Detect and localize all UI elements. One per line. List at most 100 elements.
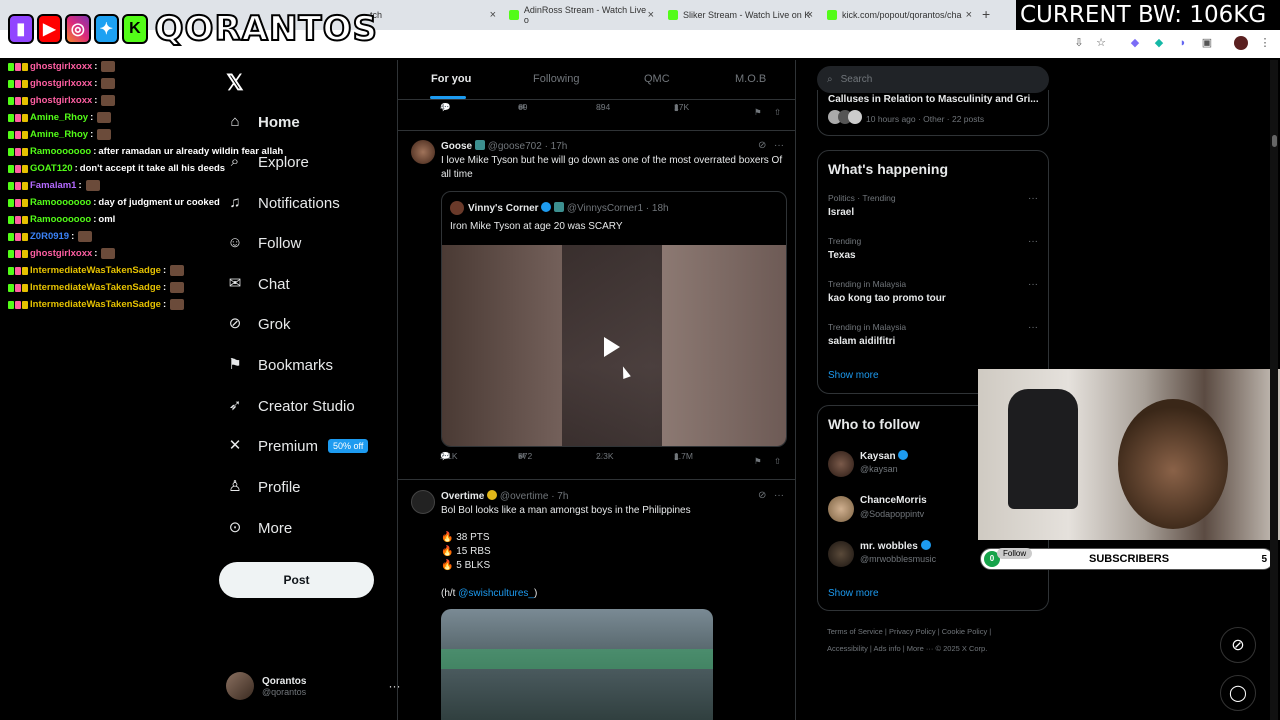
chat-separator: : bbox=[162, 299, 167, 310]
tab-for-you[interactable]: For you bbox=[431, 73, 471, 85]
more-icon[interactable]: ··· bbox=[774, 490, 784, 501]
profile-avatar-icon[interactable] bbox=[1234, 36, 1248, 50]
account-switcher[interactable]: Qorantos @qorantos ··· bbox=[226, 672, 400, 700]
browser-tab[interactable]: AdinRoss Stream - Watch Live o × bbox=[503, 4, 658, 26]
video-player[interactable] bbox=[441, 609, 713, 720]
close-icon[interactable]: × bbox=[966, 9, 972, 21]
quoted-tweet[interactable]: Vinny's Corner @VinnysCorner1 · 18h Iron… bbox=[441, 191, 787, 447]
close-icon[interactable]: × bbox=[648, 9, 654, 21]
chat-username[interactable]: Amine_Rhoy bbox=[30, 126, 88, 143]
bookmark-icon[interactable]: ⚑ bbox=[754, 107, 762, 118]
kebab-menu-icon[interactable]: ⋮ bbox=[1258, 36, 1272, 50]
chat-username[interactable]: IntermediateWasTakenSadge bbox=[30, 279, 161, 296]
nav-item-notifications[interactable]: ♫ Notifications bbox=[226, 189, 339, 217]
avatar[interactable] bbox=[411, 140, 435, 164]
tweet-time[interactable]: · 7h bbox=[551, 491, 568, 502]
share-icon[interactable]: ⇧ bbox=[774, 456, 781, 467]
user-name[interactable]: mr. wobbles bbox=[860, 540, 931, 552]
avatar[interactable] bbox=[828, 451, 854, 477]
scrollbar[interactable] bbox=[1270, 60, 1278, 720]
chat-bubble-icon[interactable]: ◯ bbox=[1220, 675, 1256, 711]
browser-tab[interactable]: kick.com/popout/qorantos/cha × bbox=[821, 4, 976, 26]
chat-username[interactable]: Famalam1 bbox=[30, 177, 76, 194]
tab-following[interactable]: Following bbox=[533, 73, 579, 85]
chat-username[interactable]: ghostgirlxoxx bbox=[30, 58, 92, 75]
grok-icon[interactable]: ⊘ bbox=[758, 140, 766, 151]
chat-username[interactable]: IntermediateWasTakenSadge bbox=[30, 262, 161, 279]
avatar[interactable] bbox=[411, 490, 435, 514]
user-name[interactable]: Kaysan bbox=[860, 450, 909, 462]
avatar[interactable] bbox=[828, 496, 854, 522]
nav-item-chat[interactable]: ✉ Chat bbox=[226, 270, 290, 298]
trend-name[interactable]: Israel bbox=[828, 207, 854, 218]
trending-post-card[interactable]: Calluses in Relation to Masculinity and … bbox=[817, 90, 1049, 136]
nav-item-home[interactable]: ⌂ Home bbox=[226, 108, 299, 136]
new-tab-button[interactable]: + bbox=[982, 6, 990, 22]
grok-icon[interactable]: ⊘ bbox=[1220, 627, 1256, 663]
nav-item-profile[interactable]: ♙ Profile bbox=[226, 473, 300, 501]
chat-username[interactable]: ghostgirlxoxx bbox=[30, 245, 92, 262]
nav-item-grok[interactable]: ⊘ Grok bbox=[226, 310, 291, 338]
chat-username[interactable]: IntermediateWasTakenSadge bbox=[30, 296, 161, 313]
trend-name[interactable]: salam aidilfitri bbox=[828, 336, 895, 347]
scrollbar-thumb[interactable] bbox=[1272, 135, 1277, 147]
x-logo-icon[interactable]: 𝕏 bbox=[226, 70, 244, 96]
trend-name[interactable]: Texas bbox=[828, 250, 856, 261]
chat-username[interactable]: Ramooooooo bbox=[30, 211, 91, 228]
install-icon[interactable]: ⇩ bbox=[1072, 36, 1086, 50]
close-icon[interactable]: × bbox=[807, 9, 813, 21]
share-icon[interactable]: ⇧ bbox=[774, 107, 781, 118]
avatar[interactable] bbox=[828, 541, 854, 567]
footer-links[interactable]: Terms of Service | Privacy Policy | Cook… bbox=[827, 627, 991, 636]
bookmark-icon[interactable]: ⚑ bbox=[754, 456, 762, 467]
more-icon[interactable]: ··· bbox=[1028, 279, 1038, 290]
author-name[interactable]: Goose bbox=[441, 141, 472, 152]
search-input[interactable]: ⌕ Search bbox=[817, 66, 1049, 93]
nav-item-creator-studio[interactable]: ➶ Creator Studio bbox=[226, 392, 355, 420]
extension-icon[interactable]: ◆ bbox=[1152, 36, 1166, 50]
author-handle[interactable]: @overtime bbox=[500, 491, 549, 502]
extensions-puzzle-icon[interactable]: ▣ bbox=[1200, 36, 1214, 50]
video-player[interactable] bbox=[442, 245, 786, 446]
chat-username[interactable]: GOAT120 bbox=[30, 160, 73, 177]
footer-links[interactable]: Accessibility | Ads info | More ··· © 20… bbox=[827, 644, 987, 653]
chat-badges bbox=[8, 79, 28, 88]
nav-item-premium[interactable]: ✕ Premium 50% off bbox=[226, 432, 369, 460]
chat-username[interactable]: Ramooooooo bbox=[30, 143, 91, 160]
play-icon[interactable] bbox=[604, 337, 620, 357]
nav-item-bookmarks[interactable]: ⚑ Bookmarks bbox=[226, 351, 333, 379]
quote-author-handle: @VinnysCorner1 bbox=[566, 203, 644, 214]
user-handle: @Sodapoppintv bbox=[860, 509, 925, 519]
more-icon[interactable]: ··· bbox=[1028, 236, 1038, 247]
tab-mob[interactable]: M.O.B bbox=[735, 73, 766, 85]
nav-item-explore[interactable]: ⌕ Explore bbox=[226, 148, 309, 176]
author-handle[interactable]: @goose702 bbox=[488, 141, 542, 152]
chat-username[interactable]: Z0R0919 bbox=[30, 228, 69, 245]
tweet-text: Bol Bol looks like a man amongst boys in… bbox=[441, 505, 691, 516]
show-more-link[interactable]: Show more bbox=[828, 370, 879, 381]
star-icon[interactable]: ☆ bbox=[1094, 36, 1108, 50]
author-name[interactable]: Overtime bbox=[441, 491, 484, 502]
nav-label: Premium bbox=[258, 437, 319, 455]
trend-name[interactable]: kao kong tao promo tour bbox=[828, 293, 946, 304]
close-icon[interactable]: × bbox=[490, 9, 496, 21]
post-button[interactable]: Post bbox=[219, 562, 374, 598]
more-icon[interactable]: ··· bbox=[1028, 193, 1038, 204]
show-more-link[interactable]: Show more bbox=[828, 588, 879, 599]
extension-icon[interactable]: ◆ bbox=[1128, 36, 1142, 50]
tab-qmc[interactable]: QMC bbox=[644, 73, 670, 85]
chat-username[interactable]: Amine_Rhoy bbox=[30, 109, 88, 126]
grok-icon[interactable]: ⊘ bbox=[758, 490, 766, 501]
nav-item-more[interactable]: ⊙ More bbox=[226, 514, 292, 542]
user-name[interactable]: ChanceMorris bbox=[860, 495, 927, 506]
chat-username[interactable]: ghostgirlxoxx bbox=[30, 92, 92, 109]
chat-username[interactable]: Ramooooooo bbox=[30, 194, 91, 211]
chat-username[interactable]: ghostgirlxoxx bbox=[30, 75, 92, 92]
tweet-time[interactable]: · 17h bbox=[545, 141, 568, 152]
extension-icon[interactable]: ◗ bbox=[1176, 36, 1190, 50]
more-icon[interactable]: ··· bbox=[774, 140, 784, 151]
more-icon[interactable]: ··· bbox=[1028, 322, 1038, 333]
mention-link[interactable]: @swishcultures_ bbox=[458, 588, 534, 599]
nav-item-follow[interactable]: ☺ Follow bbox=[226, 229, 301, 257]
browser-tab[interactable]: Sliker Stream - Watch Live on K × bbox=[662, 4, 817, 26]
